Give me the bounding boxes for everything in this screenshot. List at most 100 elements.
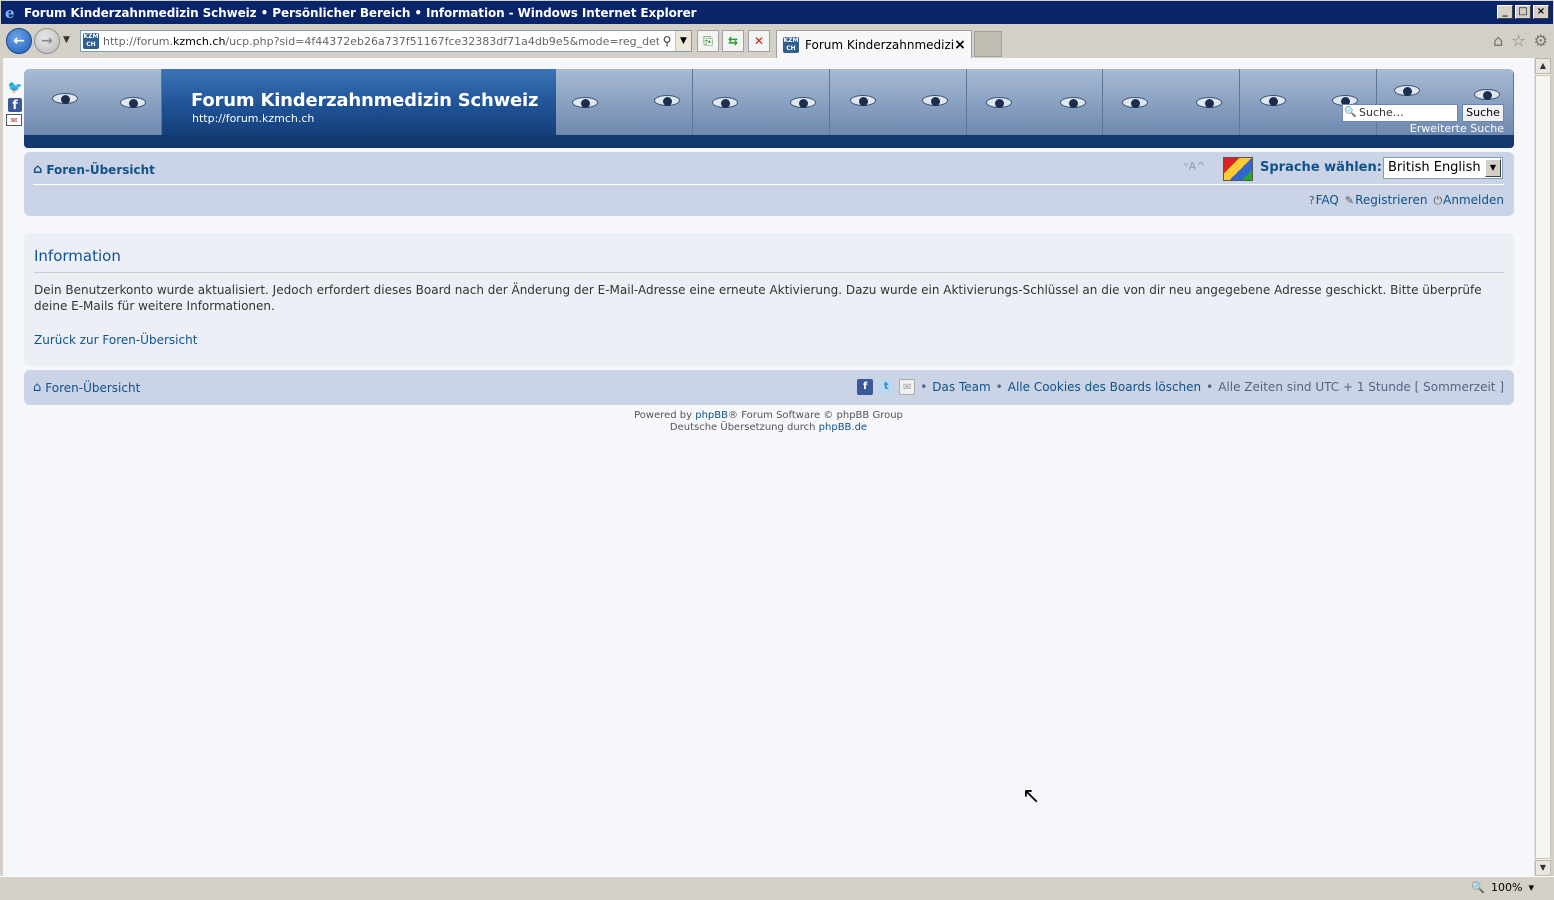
delete-cookies-link[interactable]: Alle Cookies des Boards löschen xyxy=(1008,380,1201,394)
browser-tab[interactable]: KZM CH Forum Kinderzahnmedizin Sc... × xyxy=(776,30,972,58)
url-domain: kzmch.ch xyxy=(173,34,226,48)
url-path: /ucp.php?sid=4f44372eb26a737f51167fce323… xyxy=(225,34,659,48)
facebook-icon[interactable]: f xyxy=(857,379,874,395)
site-url: http://forum.kzmch.ch xyxy=(192,112,315,125)
register-link[interactable]: ✎Registrieren xyxy=(1345,193,1428,208)
timezone-text: Alle Zeiten sind UTC + 1 Stunde [ Sommer… xyxy=(1218,380,1504,394)
faq-label: FAQ xyxy=(1315,193,1339,207)
powered-by-line: Powered by phpBB® Forum Software © phpBB… xyxy=(3,410,1534,422)
faq-link[interactable]: ?FAQ xyxy=(1309,193,1339,208)
nav-links: ?FAQ ✎Registrieren ⏻Anmelden xyxy=(1309,193,1504,208)
scroll-down-icon[interactable]: ▼ xyxy=(1535,860,1551,876)
search-button[interactable]: Suche xyxy=(1462,104,1504,122)
chevron-down-icon[interactable]: ▼ xyxy=(1485,159,1501,177)
info-message: Dein Benutzerkonto wurde aktualisiert. J… xyxy=(34,283,1482,313)
breadcrumb[interactable]: ⌂ Foren-Übersicht xyxy=(33,162,155,177)
info-divider xyxy=(34,272,1504,273)
facebook-icon[interactable]: f xyxy=(8,98,22,112)
scroll-thumb[interactable] xyxy=(1535,75,1551,859)
maximize-button[interactable]: □ xyxy=(1515,5,1531,19)
vertical-scrollbar[interactable]: ▲ ▼ xyxy=(1534,58,1551,876)
home-icon[interactable]: ⌂ xyxy=(1493,31,1503,50)
refresh-button[interactable]: ⇆ xyxy=(722,30,744,52)
gear-icon[interactable]: ⚙ xyxy=(1534,31,1548,50)
zoom-icon: 🔍 xyxy=(1471,881,1486,894)
compat-icon: ⎘ xyxy=(703,34,713,48)
browser-right-icons: ⌂ ☆ ⚙ xyxy=(1493,31,1548,50)
info-title: Information xyxy=(34,247,121,265)
zoom-level: 100% xyxy=(1491,881,1523,894)
close-window-button[interactable]: × xyxy=(1533,5,1549,19)
mail-icon[interactable]: ✉ xyxy=(899,379,916,395)
footer-links: f t ✉ • Das Team • Alle Cookies des Boar… xyxy=(857,379,1504,395)
arrow-left-icon: ← xyxy=(13,33,25,49)
home-icon: ⌂ xyxy=(33,162,43,177)
zoom-dropdown-icon[interactable]: ▾ xyxy=(1528,881,1534,894)
advanced-search-link[interactable]: Erweiterte Suche xyxy=(1410,122,1504,135)
new-tab-button[interactable] xyxy=(974,31,1002,57)
copyright: Powered by phpBB® Forum Software © phpBB… xyxy=(3,410,1534,434)
language-select[interactable]: British English ▼ xyxy=(1383,157,1503,179)
forum-header: Forum Kinderzahnmedizin Schweiz http://f… xyxy=(24,69,1514,148)
side-social-bar: 🐦 f ✉ xyxy=(6,78,24,126)
tab-favicon-icon: KZM CH xyxy=(783,36,799,53)
footer-bullet: • xyxy=(920,380,928,394)
status-bar: 🔍 100% ▾ xyxy=(0,876,1554,900)
phpbb-link[interactable]: phpBB xyxy=(695,410,728,421)
team-link[interactable]: Das Team xyxy=(932,380,990,394)
tab-title: Forum Kinderzahnmedizin Sc... xyxy=(805,37,953,52)
minimize-button[interactable]: _ xyxy=(1497,5,1513,19)
back-button[interactable]: ← xyxy=(6,28,32,54)
window-title: Forum Kinderzahnmedizin Schweiz • Persön… xyxy=(24,5,697,20)
tab-close-icon[interactable]: × xyxy=(953,37,967,53)
header-search: Suche… Suche xyxy=(1342,104,1504,122)
home-icon: ⌂ xyxy=(33,380,42,395)
translation-line: Deutsche Übersetzung durch phpBB.de xyxy=(3,422,1534,434)
stop-icon: ✕ xyxy=(753,34,765,48)
mail-icon[interactable]: ✉ xyxy=(6,114,22,126)
footer-bullet: • xyxy=(1206,380,1214,394)
twitter-icon[interactable]: t xyxy=(878,379,895,395)
language-select-value: British English xyxy=(1388,160,1481,175)
arrow-right-icon: → xyxy=(41,33,53,49)
search-input[interactable]: Suche… xyxy=(1342,104,1458,122)
refresh-icon: ⇆ xyxy=(727,34,739,48)
footer-bullet: • xyxy=(995,380,1003,394)
forward-button[interactable]: → xyxy=(34,28,60,54)
address-bar[interactable]: KZM CH http://forum.kzmch.ch/ucp.php?sid… xyxy=(80,30,692,52)
stop-button[interactable]: ✕ xyxy=(748,30,770,52)
twitter-icon[interactable]: 🐦 xyxy=(6,78,24,96)
powered-suffix: ® Forum Software © phpBB Group xyxy=(728,410,903,421)
scroll-up-icon[interactable]: ▲ xyxy=(1535,58,1551,74)
faq-icon: ? xyxy=(1308,194,1315,207)
window-controls: _ □ × xyxy=(1497,5,1549,19)
back-to-index-link[interactable]: Zurück zur Foren-Übersicht xyxy=(34,333,197,347)
language-label: Sprache wählen: xyxy=(1260,160,1382,175)
login-link[interactable]: ⏻Anmelden xyxy=(1433,193,1504,208)
footer-breadcrumb[interactable]: ⌂ Foren-Übersicht xyxy=(33,380,140,395)
language-flags-icon xyxy=(1223,157,1253,181)
register-icon: ✎ xyxy=(1344,194,1355,207)
site-favicon-icon: KZM CH xyxy=(83,33,99,49)
powered-prefix: Powered by xyxy=(634,410,693,421)
footer-home-link[interactable]: Foren-Übersicht xyxy=(45,381,140,395)
nav-divider xyxy=(33,184,1504,185)
breadcrumb-home-link[interactable]: Foren-Übersicht xyxy=(46,163,155,177)
footer-panel: ⌂ Foren-Übersicht f t ✉ • Das Team • All… xyxy=(24,370,1514,405)
address-url[interactable]: http://forum.kzmch.ch/ucp.php?sid=4f4437… xyxy=(103,35,659,48)
header-footer-band xyxy=(24,135,1514,148)
search-icon[interactable]: ⚲ xyxy=(659,34,675,48)
translation-prefix: Deutsche Übersetzung durch xyxy=(669,422,816,433)
nav-panel: ⌂ Foren-Übersicht ᵛA^ Sprache wählen: Br… xyxy=(24,152,1514,216)
history-dropdown-icon[interactable]: ▼ xyxy=(63,35,70,45)
address-dropdown-icon[interactable]: ▼ xyxy=(675,31,691,51)
compatibility-view-button[interactable]: ⎘ xyxy=(697,30,719,52)
zoom-control[interactable]: 🔍 100% ▾ xyxy=(1471,881,1534,894)
font-size-toggle-icon[interactable]: ᵛA^ xyxy=(1184,160,1205,173)
register-label: Registrieren xyxy=(1355,193,1428,207)
site-title: Forum Kinderzahnmedizin Schweiz xyxy=(191,90,539,111)
favorites-star-icon[interactable]: ☆ xyxy=(1511,31,1525,50)
page-viewport: 🐦 f ✉ Forum Kinderzahnmedizin Schweiz ht… xyxy=(3,58,1534,876)
phpbb-de-link[interactable]: phpBB.de xyxy=(819,422,867,433)
ie-icon: e xyxy=(5,3,15,22)
